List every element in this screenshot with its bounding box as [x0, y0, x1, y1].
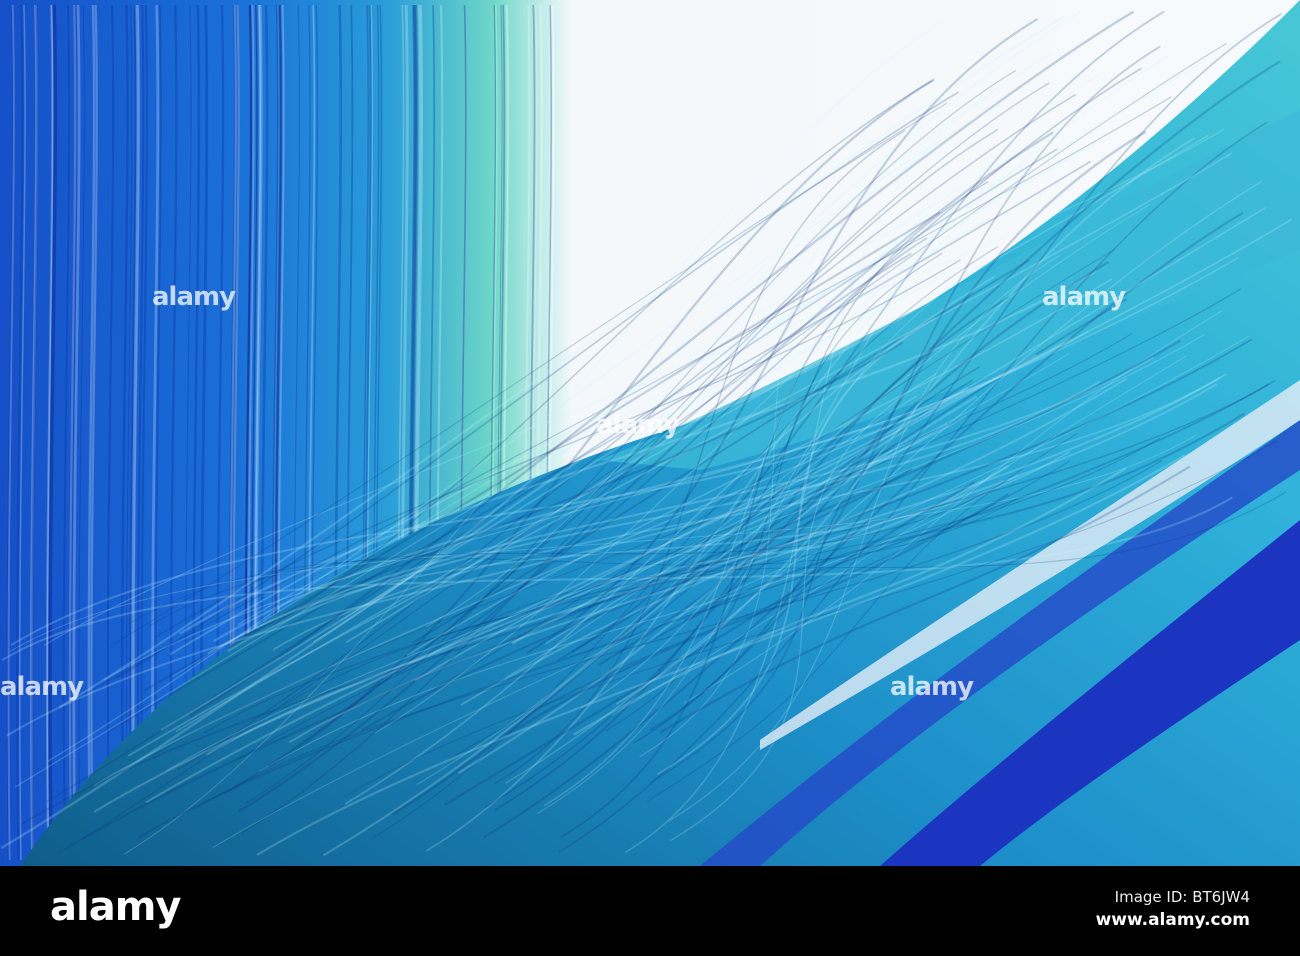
watermark: alamy: [596, 410, 680, 440]
watermark: alamy: [890, 672, 974, 702]
image-id: Image ID: BT6JW4: [1114, 888, 1250, 906]
watermark: alamy: [1042, 282, 1126, 312]
site-url: www.alamy.com: [1095, 910, 1250, 930]
alamy-logo: alamy: [50, 884, 181, 930]
watermark: alamy: [152, 282, 236, 312]
watermark: alamy: [0, 672, 84, 702]
footer-bar: alamy Image ID: BT6JW4 www.alamy.com: [0, 866, 1300, 956]
